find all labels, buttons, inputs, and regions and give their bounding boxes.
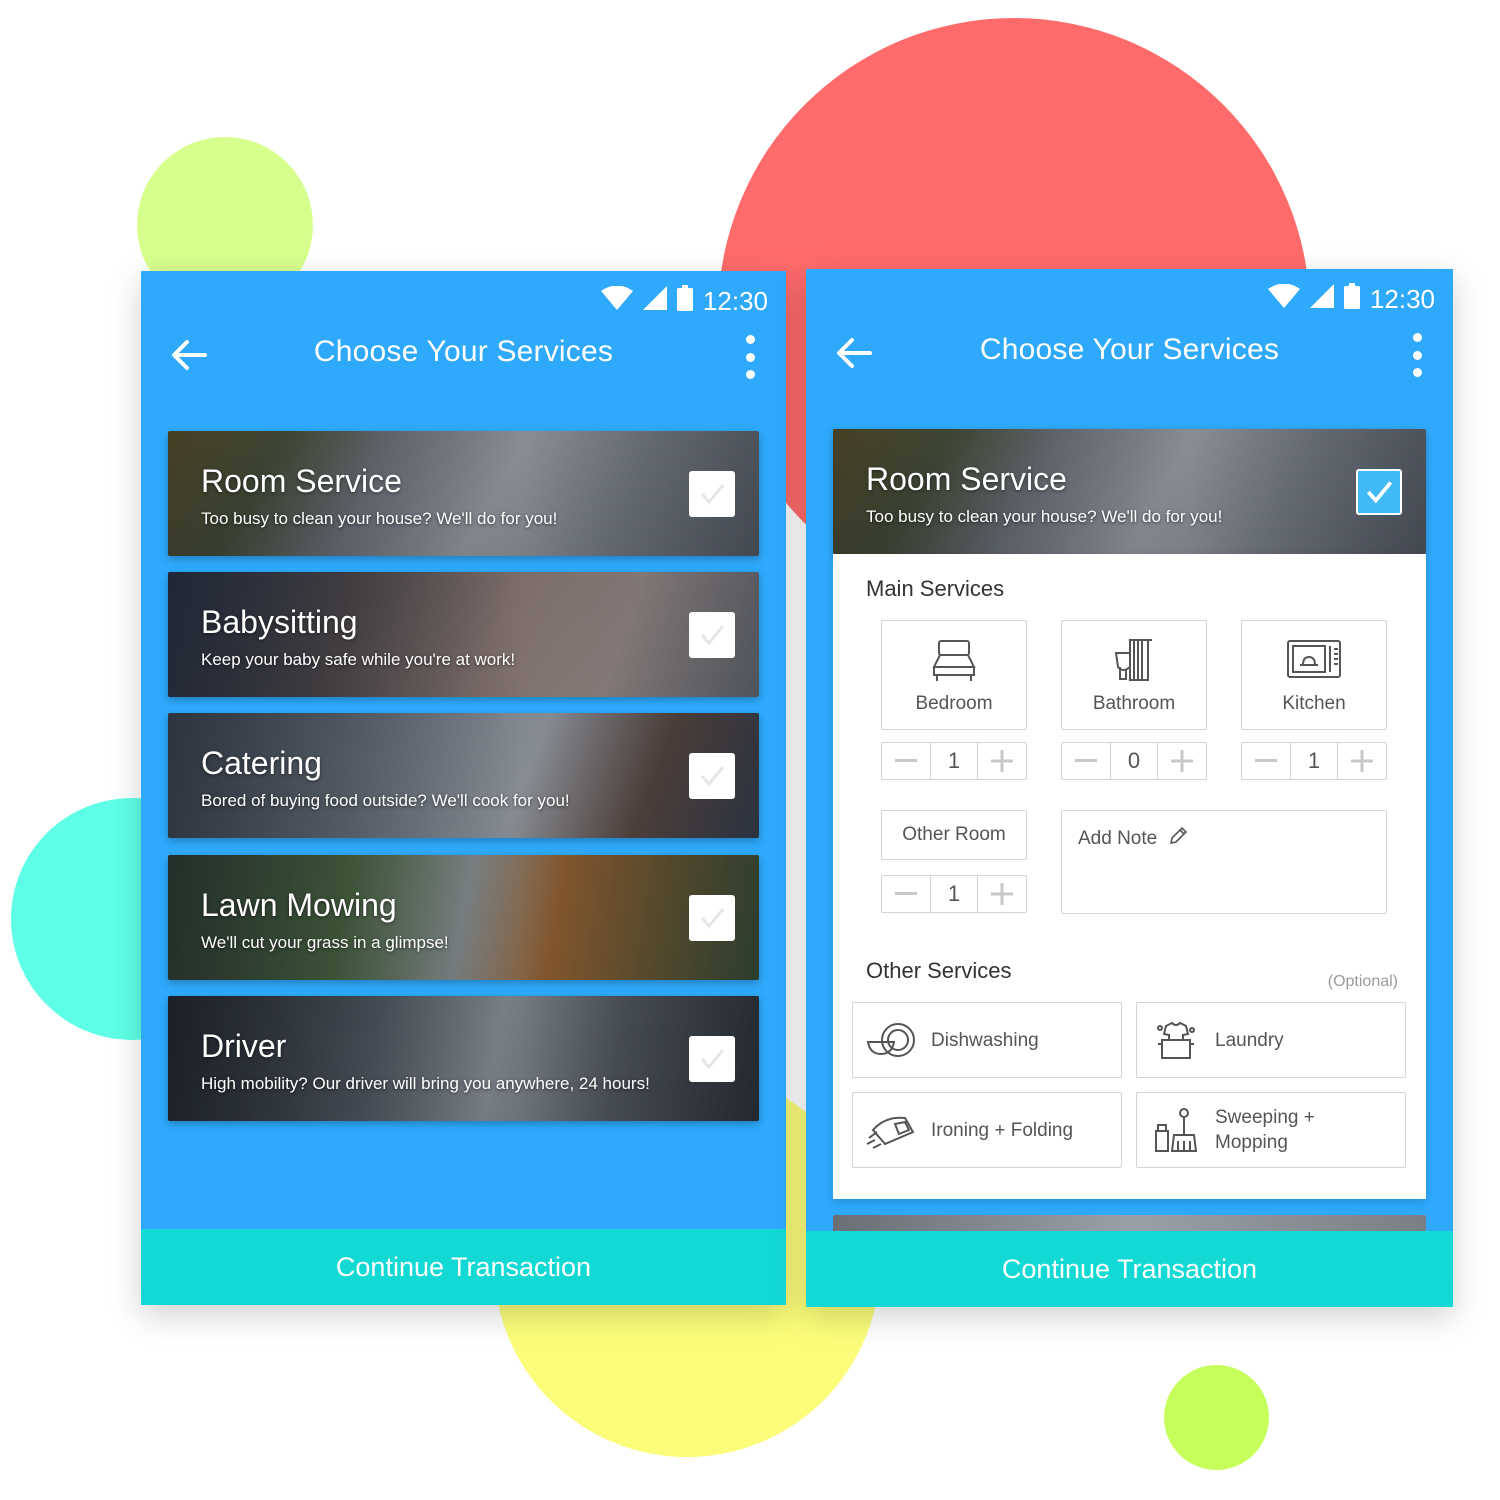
room-tile-bedroom[interactable]: Bedroom bbox=[881, 620, 1027, 730]
more-options-icon[interactable] bbox=[740, 335, 760, 379]
service-card-room-service[interactable]: Room Service Too busy to clean your hous… bbox=[168, 431, 759, 556]
minus-icon[interactable] bbox=[882, 743, 930, 779]
page-title: Choose Your Services bbox=[313, 335, 614, 368]
service-title: Babysitting bbox=[201, 604, 358, 640]
decor-circle-green bbox=[1164, 1365, 1269, 1470]
signal-icon bbox=[642, 285, 667, 317]
battery-icon bbox=[1343, 282, 1360, 316]
phone-screen-room-service-detail: 12:30 Choose Your Services Room Service … bbox=[806, 269, 1453, 1307]
service-option-label-line2: Mopping bbox=[1215, 1132, 1288, 1153]
status-bar: 12:30 bbox=[1267, 279, 1435, 319]
service-subtitle: Too busy to clean your house? We'll do f… bbox=[201, 509, 558, 528]
continue-transaction-button[interactable]: Continue Transaction bbox=[141, 1229, 786, 1305]
laundry-icon bbox=[1137, 1020, 1215, 1060]
service-option-label: Ironing + Folding bbox=[931, 1119, 1074, 1141]
plus-icon[interactable] bbox=[978, 743, 1026, 779]
service-option-label-line1: Sweeping + bbox=[1215, 1107, 1315, 1128]
service-option-dishwashing[interactable]: Dishwashing bbox=[852, 1002, 1122, 1078]
stepper-value: 1 bbox=[1290, 743, 1338, 779]
check-icon bbox=[700, 484, 725, 505]
service-card-babysitting[interactable]: Babysitting Keep your baby safe while yo… bbox=[168, 572, 759, 697]
pencil-icon bbox=[1167, 825, 1189, 853]
plus-icon[interactable] bbox=[1158, 743, 1206, 779]
check-icon bbox=[700, 766, 725, 787]
service-checkbox[interactable] bbox=[689, 471, 735, 517]
service-checkbox[interactable] bbox=[689, 1036, 735, 1082]
more-options-icon[interactable] bbox=[1407, 333, 1427, 377]
dishes-icon bbox=[853, 1020, 931, 1060]
service-checkbox[interactable] bbox=[689, 753, 735, 799]
service-checkbox-checked[interactable] bbox=[1356, 469, 1402, 515]
room-label: Bathroom bbox=[1092, 693, 1176, 714]
other-services-heading: Other Services bbox=[866, 958, 1012, 983]
status-time: 12:30 bbox=[1369, 283, 1435, 314]
room-tile-kitchen[interactable]: Kitchen bbox=[1241, 620, 1387, 730]
add-note-field[interactable]: Add Note bbox=[1061, 810, 1387, 914]
service-option-laundry[interactable]: Laundry bbox=[1136, 1002, 1406, 1078]
other-room-quantity-stepper: 1 bbox=[881, 875, 1027, 913]
minus-icon[interactable] bbox=[1062, 743, 1110, 779]
main-services-heading: Main Services bbox=[866, 576, 1005, 601]
room-tile-bathroom[interactable]: Bathroom bbox=[1061, 620, 1207, 730]
bathroom-quantity-stepper: 0 bbox=[1061, 742, 1207, 780]
service-option-label: Sweeping + Mopping bbox=[1215, 1105, 1315, 1155]
app-bar: Choose Your Services bbox=[141, 323, 786, 387]
service-card-catering[interactable]: Catering Bored of buying food outside? W… bbox=[168, 713, 759, 838]
phone-screen-service-list: 12:30 Choose Your Services Room Service … bbox=[141, 271, 786, 1305]
service-option-sweeping-mopping[interactable]: Sweeping + Mopping bbox=[1136, 1092, 1406, 1168]
service-subtitle: We'll cut your grass in a glimpse! bbox=[201, 933, 449, 952]
room-label: Bedroom bbox=[915, 693, 993, 714]
room-service-options-panel: Main Services Bedroom 1 Bathroom 0 Kitch… bbox=[833, 554, 1426, 1199]
continue-transaction-button[interactable]: Continue Transaction bbox=[806, 1231, 1453, 1307]
service-subtitle: Too busy to clean your house? We'll do f… bbox=[866, 507, 1223, 526]
minus-icon[interactable] bbox=[1242, 743, 1290, 779]
kitchen-quantity-stepper: 1 bbox=[1241, 742, 1387, 780]
microwave-icon bbox=[1242, 637, 1386, 681]
service-option-label: Laundry bbox=[1215, 1029, 1284, 1051]
check-icon bbox=[700, 625, 725, 646]
plus-icon[interactable] bbox=[1338, 743, 1386, 779]
bedroom-quantity-stepper: 1 bbox=[881, 742, 1027, 780]
stepper-value: 0 bbox=[1110, 743, 1158, 779]
other-room-button[interactable]: Other Room bbox=[881, 810, 1027, 860]
service-checkbox[interactable] bbox=[689, 895, 735, 941]
note-placeholder: Add Note bbox=[1078, 828, 1158, 849]
room-label: Kitchen bbox=[1282, 693, 1346, 714]
plus-icon[interactable] bbox=[978, 876, 1026, 912]
service-title: Room Service bbox=[866, 461, 1067, 497]
service-title: Driver bbox=[201, 1028, 287, 1064]
optional-label: (Optional) bbox=[1327, 973, 1398, 990]
bathroom-icon bbox=[1062, 637, 1206, 683]
service-subtitle: High mobility? Our driver will bring you… bbox=[201, 1074, 650, 1093]
battery-icon bbox=[676, 284, 693, 318]
wifi-icon bbox=[600, 285, 633, 317]
service-title: Room Service bbox=[201, 463, 402, 499]
check-icon bbox=[700, 1049, 725, 1070]
status-bar: 12:30 bbox=[600, 281, 768, 321]
service-card-room-service-selected[interactable]: Room Service Too busy to clean your hous… bbox=[833, 429, 1426, 554]
stepper-value: 1 bbox=[930, 876, 978, 912]
service-subtitle: Keep your baby safe while you're at work… bbox=[201, 650, 516, 669]
broom-icon bbox=[1137, 1107, 1215, 1153]
check-icon bbox=[700, 908, 725, 929]
check-icon bbox=[1366, 481, 1393, 504]
service-option-label: Dishwashing bbox=[931, 1029, 1039, 1051]
service-option-ironing-folding[interactable]: Ironing + Folding bbox=[852, 1092, 1122, 1168]
service-title: Lawn Mowing bbox=[201, 887, 397, 923]
app-bar: Choose Your Services bbox=[806, 321, 1453, 385]
wifi-icon bbox=[1267, 283, 1300, 315]
iron-icon bbox=[853, 1110, 931, 1150]
service-card-driver[interactable]: Driver High mobility? Our driver will br… bbox=[168, 996, 759, 1121]
service-subtitle: Bored of buying food outside? We'll cook… bbox=[201, 791, 570, 810]
service-title: Catering bbox=[201, 745, 322, 781]
stepper-value: 1 bbox=[930, 743, 978, 779]
signal-icon bbox=[1309, 283, 1334, 315]
service-card-lawn-mowing[interactable]: Lawn Mowing We'll cut your grass in a gl… bbox=[168, 855, 759, 980]
status-time: 12:30 bbox=[702, 285, 768, 316]
page-title: Choose Your Services bbox=[979, 333, 1280, 366]
minus-icon[interactable] bbox=[882, 876, 930, 912]
bed-icon bbox=[882, 637, 1026, 683]
service-checkbox[interactable] bbox=[689, 612, 735, 658]
